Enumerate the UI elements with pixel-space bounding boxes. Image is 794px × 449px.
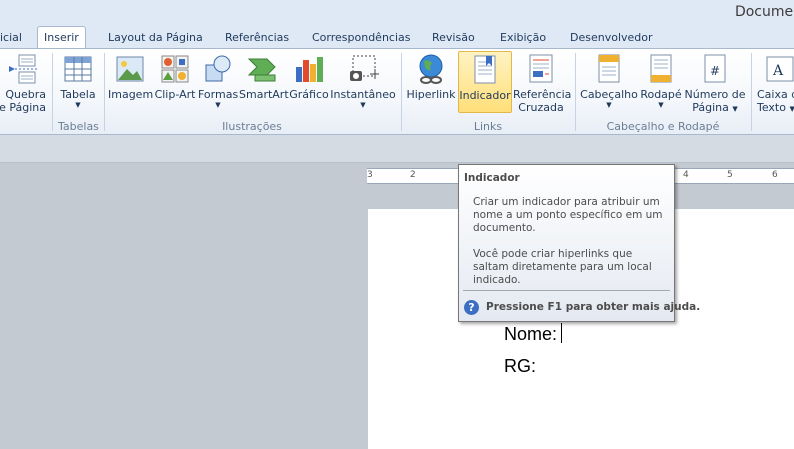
shapes-icon xyxy=(202,53,234,85)
window-title: Documen xyxy=(734,4,794,20)
tabela-button[interactable]: Tabela ▼ xyxy=(58,53,98,109)
ruler-mark: 6 xyxy=(772,170,778,180)
dropdown-arrow-icon: ▼ xyxy=(215,101,221,109)
instantaneo-button[interactable]: Instantâneo ▼ xyxy=(330,53,396,109)
help-icon: ? xyxy=(464,300,479,315)
quebra-pagina-button[interactable]: Quebra e Página xyxy=(0,53,46,114)
group-label-links: Links xyxy=(473,120,503,133)
dropdown-arrow-icon: ▼ xyxy=(360,101,366,109)
hiperlink-label: Hiperlink xyxy=(406,88,456,101)
imagem-button[interactable]: Imagem xyxy=(108,53,154,101)
group-label-tabelas: Tabelas xyxy=(58,120,99,133)
imagem-label: Imagem xyxy=(108,88,154,101)
numpagina-label-1: Número de xyxy=(684,88,746,101)
caixa-texto-button[interactable]: A Caixa dTexto ▼ xyxy=(755,53,794,116)
tab-inserir[interactable]: Inserir xyxy=(37,26,86,50)
tooltip-description: Criar um indicador para atribuir um nome… xyxy=(473,196,663,234)
tab-desenvolvedor[interactable]: Desenvolvedor xyxy=(570,29,653,49)
ruler-mark: 2 xyxy=(410,170,416,180)
ruler-mark: 5 xyxy=(727,170,733,180)
caixatexto-label-1: Caixa d xyxy=(757,88,794,101)
dropdown-arrow-icon: ▼ xyxy=(658,101,664,109)
group-label-ilustracoes: Ilustrações xyxy=(222,120,282,133)
dropdown-arrow-icon: ▼ xyxy=(789,105,794,113)
indicador-button[interactable]: Indicador xyxy=(458,51,512,113)
nome-label: Nome: xyxy=(504,324,558,344)
toolbar-strip xyxy=(0,135,794,163)
dropdown-arrow-icon: ▼ xyxy=(606,101,612,109)
header-icon xyxy=(593,53,625,85)
numero-pagina-button[interactable]: # Número de Página ▼ xyxy=(684,53,746,116)
svg-text:#: # xyxy=(710,64,720,78)
clipart-icon xyxy=(159,53,191,85)
footer-icon xyxy=(645,53,677,85)
grafico-button[interactable]: Gráfico xyxy=(288,53,330,101)
tab-layout[interactable]: Layout da Página xyxy=(108,29,203,49)
quebra-label-2: e Página xyxy=(0,101,46,114)
table-icon xyxy=(62,53,94,85)
svg-text:A: A xyxy=(772,63,784,79)
instantaneo-label: Instantâneo xyxy=(330,88,396,101)
screenshot-icon xyxy=(347,53,379,85)
chart-icon xyxy=(293,53,325,85)
hiperlink-button[interactable]: Hiperlink xyxy=(406,53,456,101)
clipart-button[interactable]: Clip-Art xyxy=(153,53,197,101)
tooltip-description-2: Você pode criar hiperlinks que saltam di… xyxy=(473,248,652,286)
ribbon-tab-bar: icial Inserir Layout da Página Referênci… xyxy=(0,25,794,50)
tab-exibicao[interactable]: Exibição xyxy=(500,29,546,49)
rg-label[interactable]: RG: xyxy=(504,356,536,377)
cross-reference-icon xyxy=(525,53,557,85)
clipart-label: Clip-Art xyxy=(154,88,196,101)
ruler-mark: 4 xyxy=(683,170,689,180)
tabela-label: Tabela xyxy=(60,88,96,101)
tab-inicial[interactable]: icial xyxy=(0,29,22,49)
text-cursor xyxy=(561,323,563,343)
tab-revisao[interactable]: Revisão xyxy=(432,29,475,49)
nome-line[interactable]: Nome: xyxy=(504,323,563,345)
title-bar: Documen xyxy=(0,0,794,25)
page-number-icon: # xyxy=(699,53,731,85)
caixatexto-label-2: Texto xyxy=(757,101,786,114)
group-separator xyxy=(52,53,53,131)
refcruzada-label-2: Cruzada xyxy=(518,101,564,114)
picture-icon xyxy=(114,53,146,85)
smartart-label: SmartArt xyxy=(239,88,289,101)
tooltip-help-text: Pressione F1 para obter mais ajuda. xyxy=(486,301,701,313)
formas-button[interactable]: Formas ▼ xyxy=(198,53,238,109)
smartart-button[interactable]: SmartArt xyxy=(239,53,289,101)
tab-referencias[interactable]: Referências xyxy=(225,29,289,49)
tab-correspondencias[interactable]: Correspondências xyxy=(312,29,411,49)
refcruzada-label-1: Referência xyxy=(513,88,572,101)
dropdown-arrow-icon: ▼ xyxy=(75,101,81,109)
dropdown-arrow-icon: ▼ xyxy=(732,105,738,113)
text-box-icon: A xyxy=(763,53,794,85)
ribbon-panel: Quebrae Página Tabela ▼ Tabelas Imagem xyxy=(0,48,794,135)
indicador-label: Indicador xyxy=(459,89,511,102)
tooltip-indicador: Indicador Criar um indicador para atribu… xyxy=(458,164,700,322)
numpagina-label-2: Página xyxy=(692,101,729,114)
rodape-label: Rodapé xyxy=(640,88,682,101)
group-label-cabecalho-rodape: Cabeçalho e Rodapé xyxy=(606,120,720,133)
grafico-label: Gráfico xyxy=(289,88,329,101)
cabecalho-label: Cabeçalho xyxy=(580,88,638,101)
rodape-button[interactable]: Rodapé ▼ xyxy=(640,53,682,109)
cabecalho-button[interactable]: Cabeçalho ▼ xyxy=(579,53,639,109)
quebra-label-1: Quebra xyxy=(5,88,46,101)
tooltip-divider xyxy=(463,290,670,291)
ruler-mark: 3 xyxy=(367,170,373,180)
hyperlink-globe-icon xyxy=(415,53,447,85)
bookmark-icon xyxy=(469,54,501,86)
smartart-icon xyxy=(247,53,279,85)
referencia-cruzada-button[interactable]: Referência Cruzada xyxy=(513,53,572,114)
group-separator xyxy=(751,53,752,131)
formas-label: Formas xyxy=(198,88,239,101)
page-break-icon xyxy=(5,53,37,85)
tooltip-title: Indicador xyxy=(464,172,520,184)
